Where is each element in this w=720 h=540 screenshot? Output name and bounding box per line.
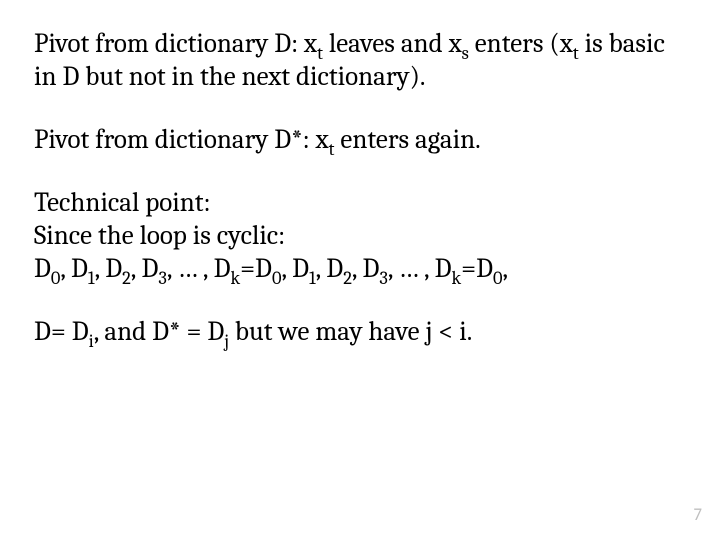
subscript: k xyxy=(230,267,240,289)
subscript: 0 xyxy=(272,267,282,289)
text: D= D xyxy=(34,316,89,347)
text: D xyxy=(34,253,51,284)
subscript-j: j xyxy=(224,330,229,352)
text: , D xyxy=(316,253,344,284)
text: Technical point: xyxy=(34,187,211,218)
text: Since the loop is cyclic: xyxy=(34,220,285,251)
text: , … , D xyxy=(167,253,231,284)
slide-body: Pivot from dictionary D: xt leaves and x… xyxy=(0,0,720,540)
text: Pivot from dictionary D: x xyxy=(34,28,317,59)
subscript-i: i xyxy=(89,330,94,352)
subscript: 3 xyxy=(379,267,387,289)
text: , and D* = D xyxy=(94,316,225,347)
text: , … , D xyxy=(388,253,452,284)
paragraph-pivot-d: Pivot from dictionary D: xt leaves and x… xyxy=(34,28,686,94)
page-number: 7 xyxy=(693,505,702,526)
subscript-t: t xyxy=(573,42,579,64)
text: enters (x xyxy=(469,28,573,59)
text: , D xyxy=(281,253,309,284)
subscript: 0 xyxy=(51,267,61,289)
text: , D xyxy=(95,253,123,284)
subscript-t: t xyxy=(317,42,323,64)
paragraph-d-di: D= Di, and D* = Dj but we may have j < i… xyxy=(34,316,686,349)
text: Pivot from dictionary D*: x xyxy=(34,124,329,155)
text: =D xyxy=(461,253,493,284)
text: =D xyxy=(240,253,272,284)
subscript: 1 xyxy=(309,267,316,289)
text: , D xyxy=(60,253,88,284)
subscript: 0 xyxy=(493,267,503,289)
text: but we may have j < i. xyxy=(229,316,472,347)
subscript: k xyxy=(452,267,462,289)
subscript-t: t xyxy=(329,138,335,160)
subscript: 2 xyxy=(122,267,131,289)
text: leaves and x xyxy=(323,28,462,59)
subscript: 1 xyxy=(88,267,95,289)
subscript: 2 xyxy=(343,267,352,289)
text: , D xyxy=(352,253,380,284)
subscript: 3 xyxy=(158,267,166,289)
text: enters again. xyxy=(334,124,480,155)
paragraph-technical: Technical point: Since the loop is cycli… xyxy=(34,187,686,286)
text: , D xyxy=(131,253,159,284)
paragraph-pivot-dstar: Pivot from dictionary D*: xt enters agai… xyxy=(34,124,686,157)
text: , xyxy=(503,253,509,284)
subscript-s: s xyxy=(462,42,469,64)
